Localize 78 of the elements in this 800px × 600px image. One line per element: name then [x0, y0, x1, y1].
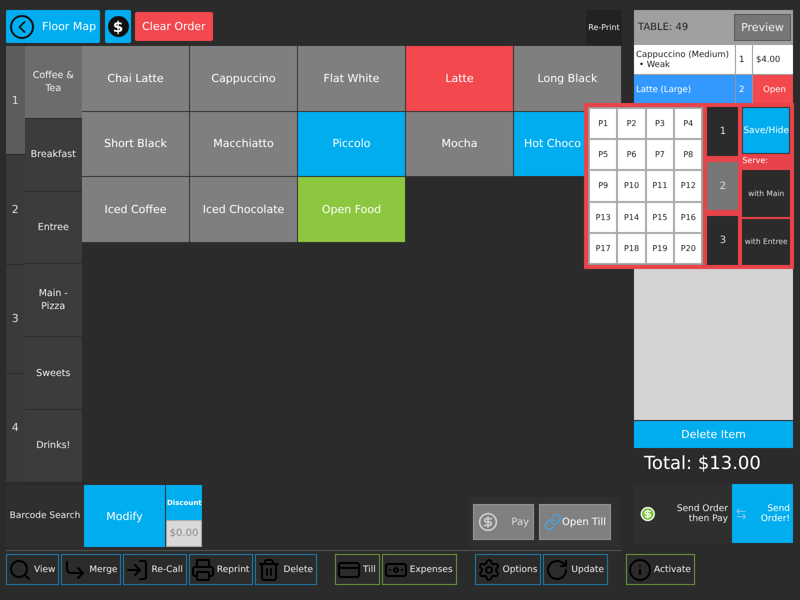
- course-button[interactable]: 1: [707, 107, 738, 156]
- seat-button[interactable]: P16: [674, 202, 702, 233]
- toolbar-button[interactable]: Re-Call: [123, 554, 187, 585]
- item-name: Cappuccino (Medium): [636, 50, 730, 60]
- category-tab[interactable]: Drinks!: [24, 410, 82, 483]
- product-button[interactable]: Long Black: [514, 46, 622, 112]
- item-name: Latte (Large): [636, 84, 692, 94]
- serve-label: Serve:: [742, 156, 769, 167]
- seat-button[interactable]: P1: [589, 108, 618, 140]
- link-icon: [544, 513, 562, 531]
- product-button[interactable]: Flat White: [298, 46, 406, 112]
- table-label: TABLE: 49: [638, 22, 688, 33]
- order-total: Total: $13.00: [643, 452, 762, 476]
- seat-button[interactable]: P13: [589, 202, 618, 233]
- toolbar-button[interactable]: Till: [335, 554, 380, 585]
- page-tab[interactable]: 4: [6, 374, 25, 483]
- toolbar-button[interactable]: Reprint: [188, 554, 254, 585]
- toolbar-button[interactable]: Expenses: [382, 554, 457, 585]
- seat-button[interactable]: P2: [617, 108, 646, 140]
- info-icon: [628, 558, 652, 582]
- seat-button[interactable]: P3: [646, 108, 674, 140]
- category-tab[interactable]: Coffee & Tea: [24, 46, 82, 119]
- toolbar-button[interactable]: Delete: [255, 554, 318, 585]
- seat-button[interactable]: P18: [617, 232, 646, 264]
- seat-button[interactable]: P7: [646, 139, 674, 170]
- category-tab[interactable]: Sweets: [24, 337, 82, 410]
- toolbar-button[interactable]: Activate: [626, 554, 695, 585]
- seat-button[interactable]: P17: [589, 232, 618, 264]
- item-price: $4.00: [752, 45, 793, 74]
- coin-icon: [478, 512, 498, 532]
- seat-button[interactable]: P10: [617, 170, 646, 202]
- toolbar-button[interactable]: View: [6, 554, 60, 585]
- reprint-order-button[interactable]: Re-Print: [586, 10, 622, 45]
- seat-button[interactable]: P9: [589, 170, 618, 202]
- preview-button[interactable]: Preview: [734, 14, 791, 41]
- toolbar-button[interactable]: Update: [543, 554, 608, 585]
- toolbar-button[interactable]: Merge: [61, 554, 122, 585]
- seat-button[interactable]: P6: [617, 139, 646, 170]
- seat-button[interactable]: P12: [674, 170, 702, 202]
- category-tab[interactable]: Breakfast: [24, 118, 82, 192]
- seat-button[interactable]: P5: [589, 139, 618, 170]
- back-icon: [10, 14, 34, 38]
- item-quantity: 1: [735, 45, 752, 74]
- search-icon: [8, 558, 32, 582]
- category-tab[interactable]: Entree: [24, 192, 82, 264]
- course-button[interactable]: 3: [707, 216, 738, 266]
- trash-icon: [257, 558, 282, 582]
- seat-button[interactable]: P14: [617, 202, 646, 233]
- item-price: Open: [752, 75, 793, 104]
- refresh-icon: [545, 558, 570, 582]
- seat-button[interactable]: P8: [674, 139, 702, 170]
- product-button[interactable]: Cappuccino: [190, 46, 298, 112]
- seat-button[interactable]: P15: [646, 202, 674, 233]
- barcode-search-button[interactable]: Barcode Search: [6, 485, 84, 547]
- product-button[interactable]: Chai Latte: [82, 46, 190, 112]
- toolbar-button[interactable]: Options: [474, 554, 542, 585]
- item-modifier: • Weak: [638, 60, 671, 70]
- product-button[interactable]: Iced Chocolate: [190, 177, 298, 242]
- clear-order-button[interactable]: Clear Order: [135, 12, 213, 41]
- product-button[interactable]: Macchiatto: [190, 112, 298, 177]
- seat-button[interactable]: P20: [674, 232, 702, 264]
- seat-button[interactable]: P4: [674, 108, 702, 140]
- page-tab[interactable]: 1: [6, 46, 25, 156]
- category-tab[interactable]: Main - Pizza: [24, 264, 82, 338]
- seat-button[interactable]: P19: [646, 232, 674, 264]
- product-button[interactable]: Mocha: [406, 112, 514, 177]
- send-then-pay-button[interactable]: Send Order then Pay: [634, 484, 732, 543]
- page-tab[interactable]: 2: [6, 155, 25, 264]
- settings-icon: [476, 558, 501, 582]
- product-button[interactable]: Latte: [406, 46, 514, 112]
- enter-icon: [125, 558, 150, 582]
- printer-icon: [190, 558, 215, 582]
- open-till-button[interactable]: Open Till: [539, 504, 611, 540]
- page-tab[interactable]: 3: [6, 264, 25, 374]
- product-button[interactable]: Short Black: [82, 112, 190, 177]
- seat-button[interactable]: P11: [646, 170, 674, 202]
- product-button[interactable]: Iced Coffee: [82, 177, 190, 242]
- cash-button[interactable]: $: [105, 10, 132, 43]
